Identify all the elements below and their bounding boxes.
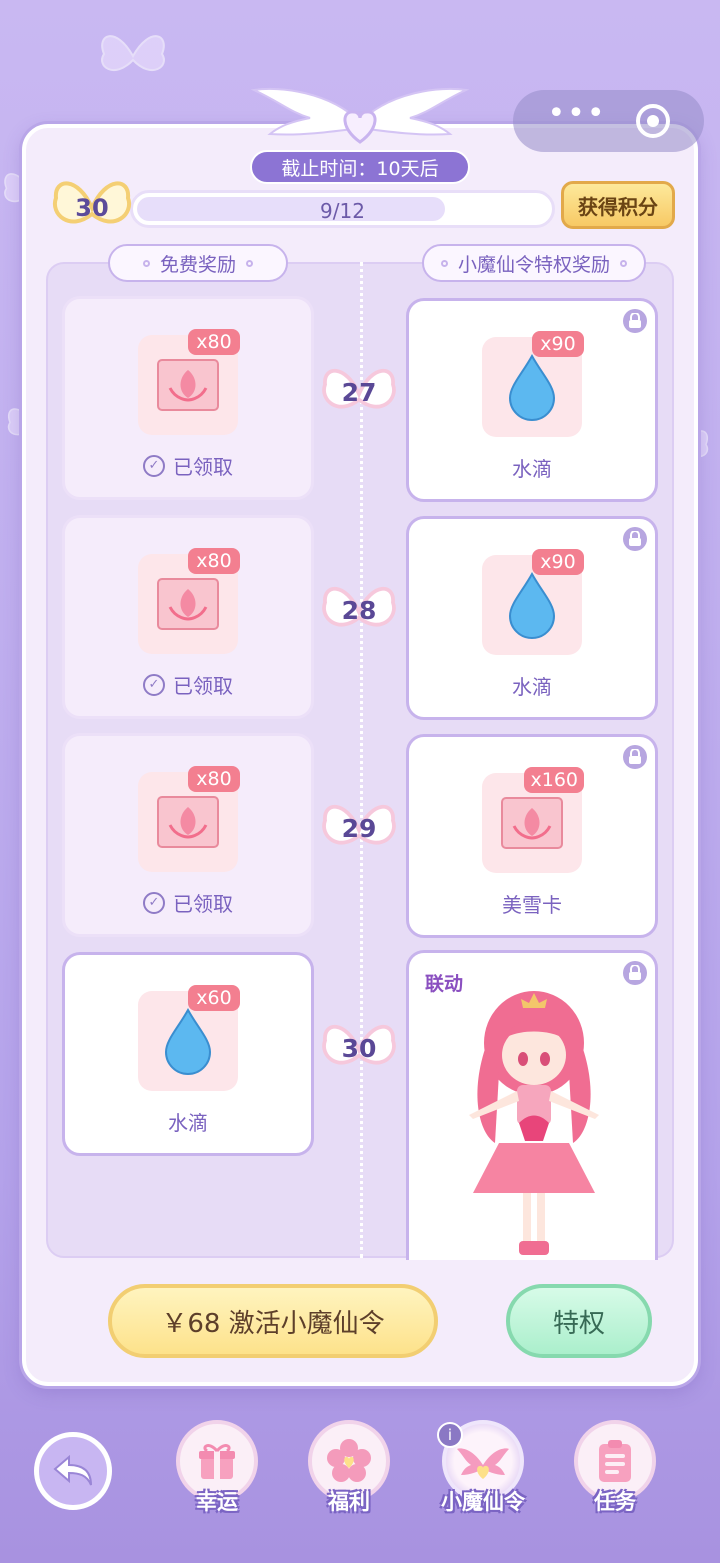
reward-name: 水滴: [512, 457, 552, 481]
nav-lucky[interactable]: 幸运: [172, 1420, 262, 1530]
level-node-29: 29: [318, 796, 400, 862]
quantity-badge: x90: [532, 549, 584, 575]
vip-reward-card-27[interactable]: x90 水滴: [406, 298, 658, 502]
butterfly-decoration-icon: [101, 35, 165, 71]
lotus-card-icon: [157, 796, 219, 848]
level-progress-bar: 9/12: [130, 190, 555, 228]
free-rewards-header: 免费奖励: [108, 244, 288, 282]
reward-item-frame: x90: [482, 331, 584, 437]
water-drop-icon: [508, 353, 556, 421]
vip-rewards-label: 小魔仙令特权奖励: [457, 253, 610, 276]
lotus-card-icon: [501, 797, 563, 849]
reward-item-frame: x160: [482, 767, 584, 873]
reward-item-frame: x80: [138, 548, 240, 654]
water-drop-icon: [508, 571, 556, 639]
activate-pass-button[interactable]: ￥68 激活小魔仙令: [108, 1284, 438, 1358]
character-outfit-icon: [469, 991, 599, 1255]
close-target-icon[interactable]: [635, 104, 670, 138]
vip-reward-card-29[interactable]: x160 美雪卡: [406, 734, 658, 938]
lock-icon: [623, 527, 647, 551]
check-icon: ✓: [143, 454, 165, 477]
lotus-card-icon: [157, 359, 219, 411]
nav-welfare[interactable]: 福利: [304, 1420, 394, 1530]
claimed-status: 已领取: [173, 455, 233, 479]
nav-label: 福利: [328, 1490, 370, 1514]
level-node-30: 30: [318, 1016, 400, 1082]
reward-name: 水滴: [168, 1111, 208, 1135]
level-number: 29: [341, 814, 377, 843]
deadline-banner: 截止时间：10天后: [250, 150, 470, 184]
claimed-status: 已领取: [173, 892, 233, 916]
quantity-badge: x60: [188, 985, 240, 1011]
current-level-number: 30: [75, 194, 109, 222]
nav-label: 任务: [594, 1490, 636, 1514]
level-number: 30: [341, 1034, 377, 1063]
quantity-badge: x160: [524, 767, 584, 793]
privilege-button[interactable]: 特权: [506, 1284, 652, 1358]
quantity-badge: x90: [532, 331, 584, 357]
earn-points-button[interactable]: 获得积分: [561, 181, 675, 229]
free-reward-card-27[interactable]: x80 ✓ 已领取: [62, 296, 314, 500]
check-icon: ✓: [143, 891, 165, 914]
lotus-card-icon: [157, 578, 219, 630]
water-drop-icon: [164, 1007, 212, 1075]
level-node-27: 27: [318, 360, 400, 426]
free-reward-card-28[interactable]: x80 ✓ 已领取: [62, 515, 314, 719]
lock-icon: [623, 309, 647, 333]
check-icon: ✓: [143, 673, 165, 696]
nav-label: 小魔仙令: [441, 1490, 525, 1514]
info-icon[interactable]: i: [437, 1422, 463, 1448]
reward-item-frame: x60: [138, 985, 240, 1091]
current-level-badge: 30: [50, 172, 134, 242]
level-number: 27: [341, 378, 377, 407]
reward-name: 美雪卡: [502, 893, 562, 917]
reward-item-frame: x90: [482, 549, 584, 655]
free-reward-card-30[interactable]: x60 水滴: [62, 952, 314, 1156]
reward-item-frame: x80: [138, 766, 240, 872]
reward-item-frame: x80: [138, 329, 240, 435]
mini-program-capsule[interactable]: •••: [513, 90, 704, 152]
quantity-badge: x80: [188, 329, 240, 355]
quantity-badge: x80: [188, 766, 240, 792]
back-arrow-icon: [53, 1454, 92, 1486]
level-node-28: 28: [318, 578, 400, 644]
progress-text: 9/12: [320, 199, 365, 223]
free-rewards-label: 免费奖励: [159, 253, 236, 276]
vip-reward-card-30[interactable]: 联动: [406, 950, 658, 1260]
claimed-status: 已领取: [173, 674, 233, 698]
nav-tasks[interactable]: 任务: [570, 1420, 660, 1530]
quantity-badge: x80: [188, 548, 240, 574]
vip-rewards-header: 小魔仙令特权奖励: [422, 244, 646, 282]
lock-icon: [623, 745, 647, 769]
vip-reward-card-28[interactable]: x90 水滴: [406, 516, 658, 720]
more-options-icon[interactable]: •••: [547, 99, 606, 129]
winged-heart-emblem-icon: [250, 87, 470, 144]
back-button[interactable]: [34, 1432, 112, 1510]
reward-name: 水滴: [512, 675, 552, 699]
free-reward-card-29[interactable]: x80 ✓ 已领取: [62, 733, 314, 937]
level-number: 28: [341, 596, 377, 625]
nav-label: 幸运: [196, 1490, 238, 1514]
